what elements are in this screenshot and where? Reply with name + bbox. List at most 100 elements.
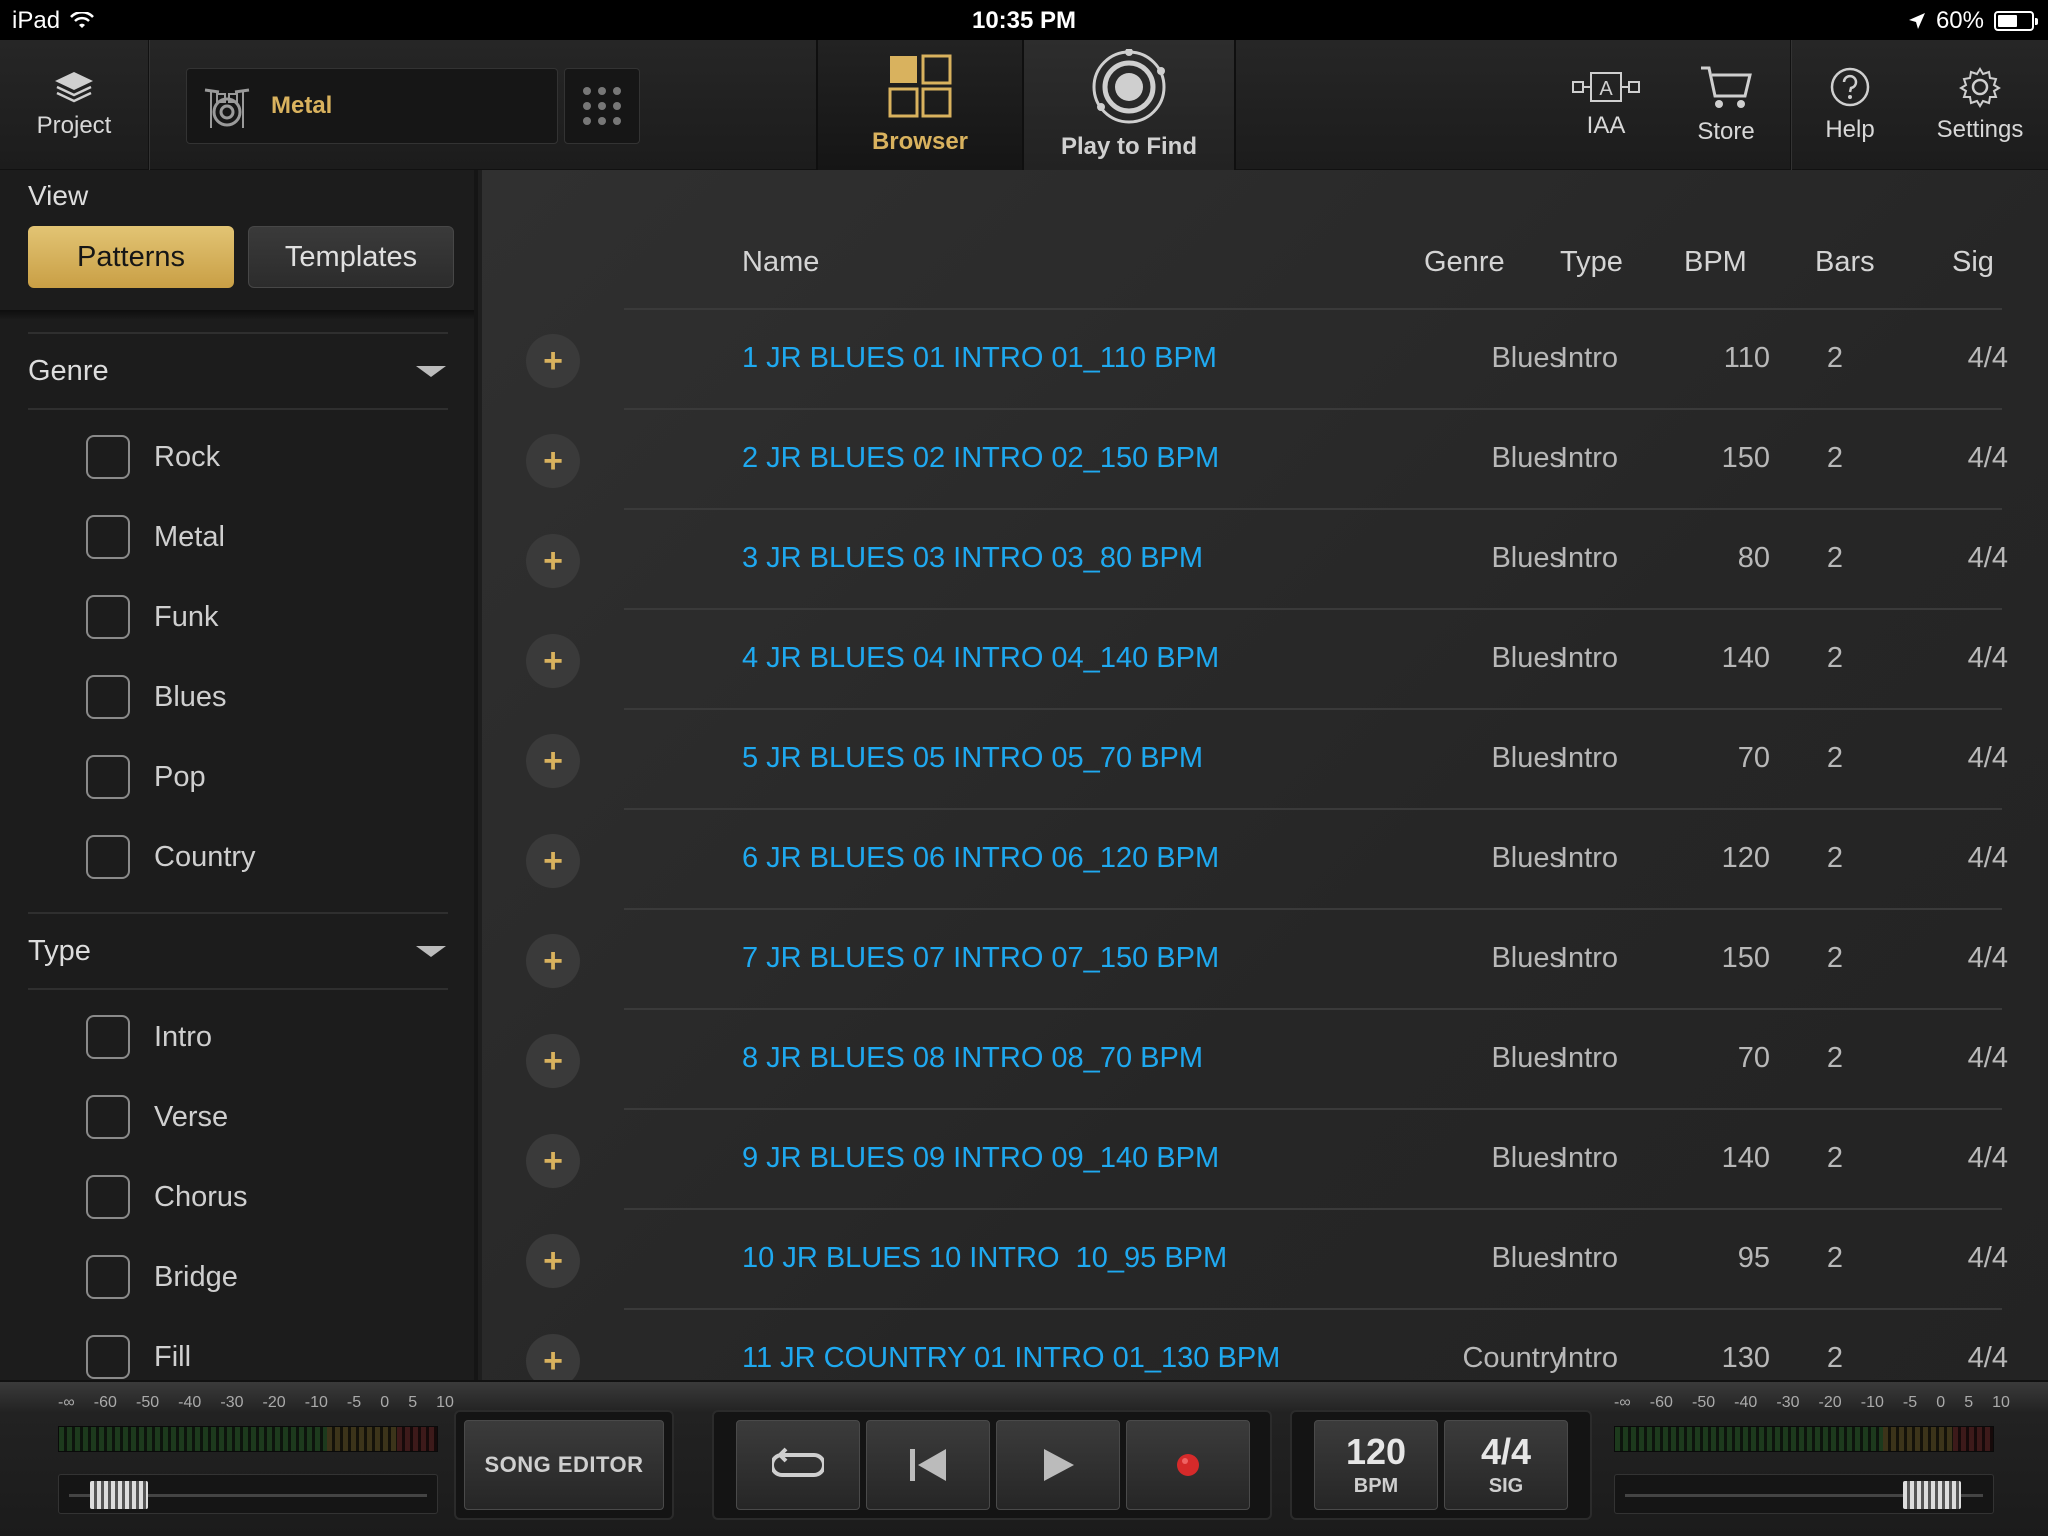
record-button[interactable] [1126,1420,1250,1510]
type-option-bridge[interactable]: Bridge [86,1253,238,1301]
table-row[interactable]: +8 JR BLUES 08 INTRO 08_70 BPM Blues Intro… [482,1010,2048,1110]
add-pattern-button[interactable]: + [526,934,580,988]
store-button[interactable]: Store [1676,40,1776,170]
cell-bars: 2 [1826,642,1844,674]
genre-option-country[interactable]: Country [86,833,256,881]
left-volume-slider[interactable] [58,1474,438,1514]
type-option-chorus[interactable]: Chorus [86,1173,248,1221]
slider-handle[interactable] [90,1481,149,1509]
cell-sig: 4/4 [1967,842,2008,874]
right-level-meter: -∞ -60 -50 -40 -30 -20 -10 -5 0 5 10 [1614,1394,2010,1528]
table-row[interactable]: +9 JR BLUES 09 INTRO 09_140 BPM Blues Intr… [482,1110,2048,1210]
type-option-verse[interactable]: Verse [86,1093,228,1141]
table-row[interactable]: +3 JR BLUES 03 INTRO 03_80 BPM Blues Intro… [482,510,2048,610]
add-pattern-button[interactable]: + [526,834,580,888]
add-pattern-button[interactable]: + [526,334,580,388]
checkbox[interactable] [86,1175,130,1219]
cell-name[interactable]: 10 JR BLUES 10 INTRO 10_95 BPM [742,1242,1227,1275]
genre-option-funk[interactable]: Funk [86,593,218,641]
table-row[interactable]: +11 JR COUNTRY 01 INTRO 01_130 BPM Countr… [482,1310,2048,1380]
checkbox[interactable] [86,435,130,479]
preset-selector[interactable]: Metal [186,68,558,144]
clock: 10:35 PM [971,7,1077,34]
type-option-fill[interactable]: Fill [86,1333,191,1380]
tempo-button[interactable]: 120 BPM [1314,1420,1438,1510]
checkbox[interactable] [86,1015,130,1059]
cell-type: Intro [1560,442,1619,474]
cell-bpm: 140 [1721,642,1770,674]
meter-tick-label: -60 [93,1394,117,1411]
cell-name[interactable]: 6 JR BLUES 06 INTRO 06_120 BPM [742,842,1219,875]
table-row[interactable]: +10 JR BLUES 10 INTRO 10_95 BPM Blues Intr… [482,1210,2048,1310]
table-row[interactable]: +2 JR BLUES 02 INTRO 02_150 BPM Blues Intr… [482,410,2048,510]
column-header-bpm[interactable]: BPM [1684,246,1747,279]
drum-kit-icon [204,88,250,128]
cell-type: Intro [1560,742,1619,774]
genre-option-blues[interactable]: Blues [86,673,227,721]
patterns-toggle[interactable]: Patterns [28,226,234,288]
project-button[interactable]: Project [0,40,148,170]
cell-name[interactable]: 8 JR BLUES 08 INTRO 08_70 BPM [742,1042,1203,1075]
templates-toggle[interactable]: Templates [248,226,454,288]
kit-grid-button[interactable] [564,68,640,144]
table-row[interactable]: +4 JR BLUES 04 INTRO 04_140 BPM Blues Intr… [482,610,2048,710]
cell-name[interactable]: 5 JR BLUES 05 INTRO 05_70 BPM [742,742,1203,775]
cell-name[interactable]: 9 JR BLUES 09 INTRO 09_140 BPM [742,1142,1219,1175]
loop-button[interactable] [736,1420,860,1510]
cell-name[interactable]: 1 JR BLUES 01 INTRO 01_110 BPM [742,342,1217,375]
song-editor-button[interactable]: SONG EDITOR [464,1420,664,1510]
table-row[interactable]: +5 JR BLUES 05 INTRO 05_70 BPM Blues Intro… [482,710,2048,810]
checkbox[interactable] [86,515,130,559]
type-filter-header[interactable]: Type [28,912,448,990]
tab-play-to-find[interactable]: Play to Find [1024,40,1236,170]
genre-filter-header[interactable]: Genre [28,332,448,410]
add-pattern-button[interactable]: + [526,734,580,788]
meter-tick-label: -40 [1734,1394,1758,1411]
column-header-sig[interactable]: Sig [1952,246,1994,279]
checkbox[interactable] [86,835,130,879]
cell-name[interactable]: 4 JR BLUES 04 INTRO 04_140 BPM [742,642,1219,675]
right-volume-slider[interactable] [1614,1474,1994,1514]
slider-handle[interactable] [1902,1481,1961,1509]
checkbox[interactable] [86,755,130,799]
column-header-name[interactable]: Name [742,246,819,279]
genre-option-rock[interactable]: Rock [86,433,220,481]
settings-button[interactable]: Settings [1922,40,2038,170]
checkbox[interactable] [86,675,130,719]
rewind-button[interactable] [866,1420,990,1510]
add-pattern-button[interactable]: + [526,1234,580,1288]
type-option-intro[interactable]: Intro [86,1013,212,1061]
genre-option-metal[interactable]: Metal [86,513,225,561]
checkbox[interactable] [86,595,130,639]
add-pattern-button[interactable]: + [526,1134,580,1188]
add-pattern-button[interactable]: + [526,434,580,488]
time-signature-button[interactable]: 4/4 SIG [1444,1420,1568,1510]
cell-sig: 4/4 [1967,1342,2008,1374]
column-header-type[interactable]: Type [1560,246,1623,279]
column-header-genre[interactable]: Genre [1424,246,1505,279]
add-pattern-button[interactable]: + [526,1334,580,1380]
add-pattern-button[interactable]: + [526,634,580,688]
table-row[interactable]: +1 JR BLUES 01 INTRO 01_110 BPM Blues Intr… [482,310,2048,410]
play-button[interactable] [996,1420,1120,1510]
cell-name[interactable]: 2 JR BLUES 02 INTRO 02_150 BPM [742,442,1219,475]
checkbox[interactable] [86,1255,130,1299]
cell-bpm: 120 [1721,842,1770,874]
cell-name[interactable]: 7 JR BLUES 07 INTRO 07_150 BPM [742,942,1219,975]
cell-bars: 2 [1826,1142,1844,1174]
add-pattern-button[interactable]: + [526,534,580,588]
genre-option-pop[interactable]: Pop [86,753,206,801]
cell-name[interactable]: 3 JR BLUES 03 INTRO 03_80 BPM [742,542,1203,575]
tab-browser[interactable]: Browser [816,40,1024,170]
checkbox[interactable] [86,1335,130,1379]
column-header-bars[interactable]: Bars [1815,246,1875,279]
cell-sig: 4/4 [1967,342,2008,374]
help-button[interactable]: Help [1800,40,1900,170]
table-row[interactable]: +7 JR BLUES 07 INTRO 07_150 BPM Blues Intr… [482,910,2048,1010]
cell-name[interactable]: 11 JR COUNTRY 01 INTRO 01_130 BPM [742,1342,1280,1375]
cart-icon [1701,66,1752,108]
add-pattern-button[interactable]: + [526,1034,580,1088]
iaa-button[interactable]: A IAA [1556,40,1656,170]
checkbox[interactable] [86,1095,130,1139]
table-row[interactable]: +6 JR BLUES 06 INTRO 06_120 BPM Blues Intr… [482,810,2048,910]
